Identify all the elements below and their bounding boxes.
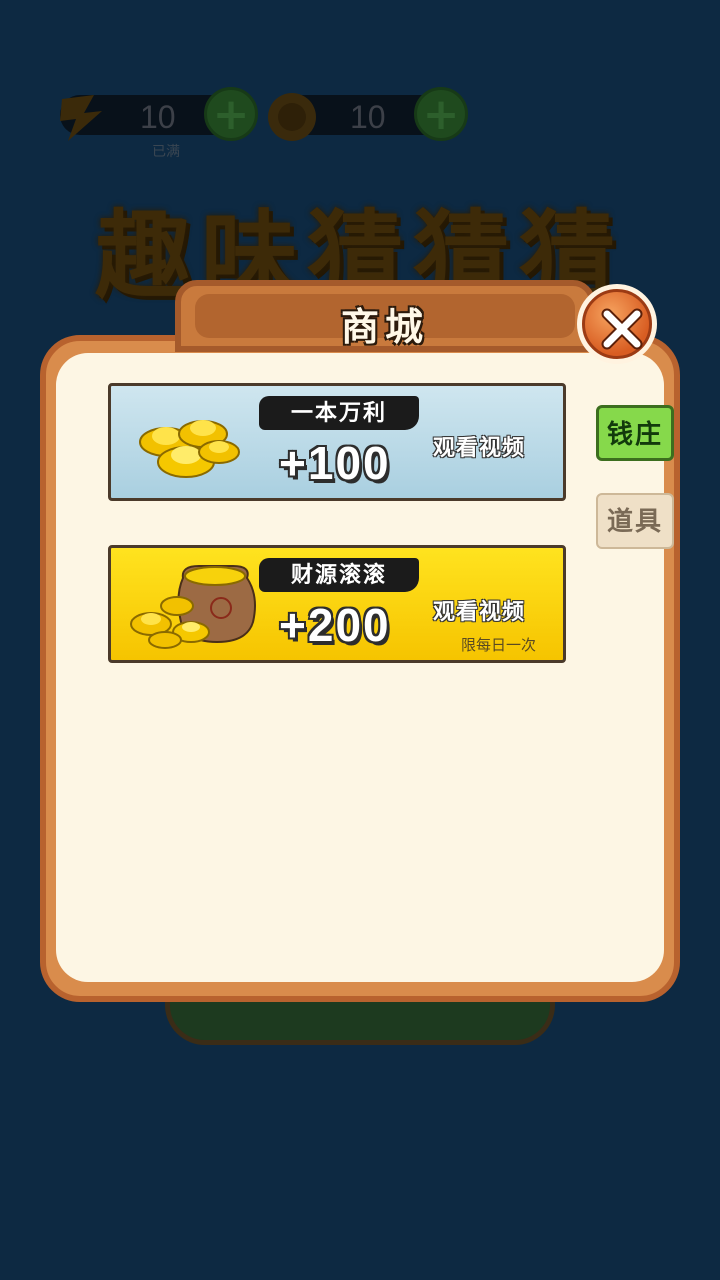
offer-card-100[interactable]: 一本万利 +100 观看视频 bbox=[108, 383, 566, 501]
offer-name: 一本万利 bbox=[259, 396, 419, 430]
coin-value: 10 bbox=[350, 99, 386, 135]
energy-add-button[interactable]: + bbox=[204, 87, 258, 141]
tab-bank[interactable]: 钱庄 bbox=[596, 405, 674, 461]
shop-title: 商城 bbox=[340, 304, 429, 349]
watch-video-button[interactable]: 观看视频 bbox=[433, 594, 525, 626]
energy-counter: 10 + 已满 bbox=[60, 87, 258, 160]
gold-sack-icon bbox=[130, 565, 256, 649]
close-button[interactable] bbox=[577, 284, 657, 364]
offer-amount: +200 bbox=[279, 599, 391, 651]
daily-limit-label: 限每日一次 bbox=[461, 636, 537, 654]
offer-name: 财源滚滚 bbox=[259, 558, 419, 592]
gold-ingots-icon bbox=[139, 420, 240, 478]
offer-card-200[interactable]: 财源滚滚 +200 观看视频 限每日一次 bbox=[108, 545, 566, 663]
coin-icon bbox=[268, 93, 316, 141]
coin-counter: 10 + bbox=[268, 87, 468, 141]
resource-bar: 10 + 已满 10 + bbox=[30, 85, 468, 160]
energy-value: 10 bbox=[140, 99, 176, 135]
lightning-icon bbox=[60, 95, 102, 141]
watch-video-button[interactable]: 观看视频 bbox=[433, 430, 525, 462]
coin-add-button[interactable]: + bbox=[414, 87, 468, 141]
tab-items[interactable]: 道具 bbox=[596, 493, 674, 549]
close-icon bbox=[582, 289, 652, 359]
shop-modal-header: 商城 bbox=[175, 280, 595, 352]
offer-amount: +100 bbox=[279, 437, 391, 489]
energy-status: 已满 bbox=[152, 144, 180, 160]
